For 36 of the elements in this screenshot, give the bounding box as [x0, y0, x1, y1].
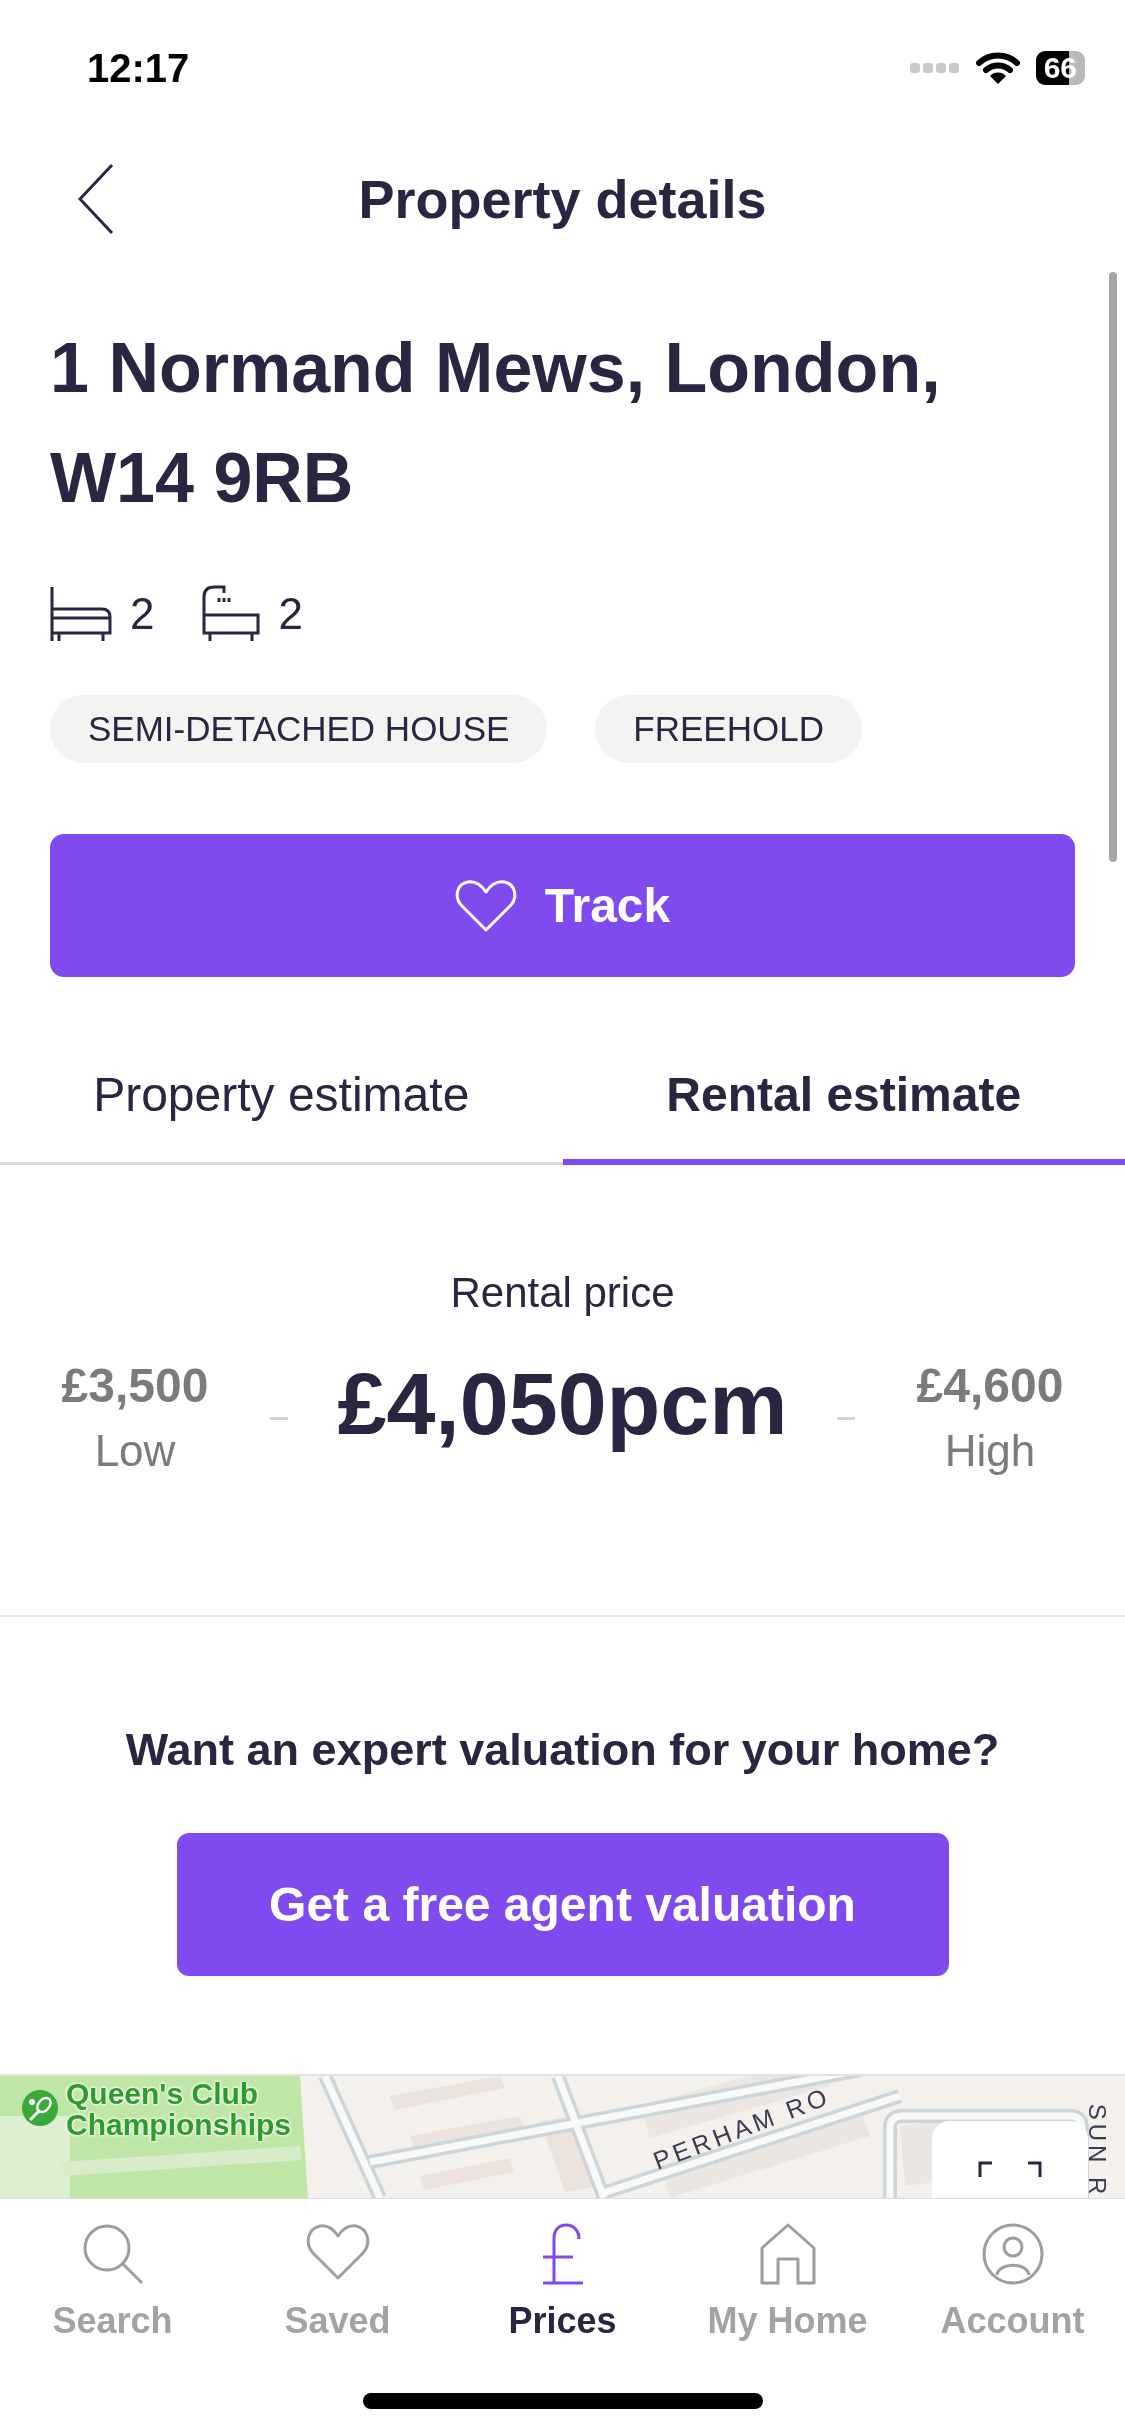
expand-icon	[978, 2161, 1042, 2177]
house-icon	[759, 2223, 816, 2285]
property-tag: SEMI-DETACHED HOUSE	[50, 695, 548, 763]
search-icon	[81, 2223, 144, 2285]
signal-icon	[909, 63, 960, 73]
track-button[interactable]: Track	[50, 834, 1075, 977]
heart-icon	[454, 878, 517, 933]
racket-icon	[22, 2090, 58, 2126]
bedroom-count: 2	[130, 589, 155, 639]
valuation-prompt: Want an expert valuation for your home?	[125, 1723, 1000, 1777]
agent-valuation-button[interactable]: Get a free agent valuation	[176, 1833, 949, 1976]
estimate-tab[interactable]: Rental estimate	[562, 1030, 1125, 1165]
property-tag: FREEHOLD	[595, 695, 862, 763]
range-label: High	[944, 1424, 1036, 1477]
map-street-label: SUN R	[1084, 2103, 1111, 2198]
page-title: Property details	[357, 168, 768, 231]
range-separator	[837, 1416, 856, 1420]
back-chevron-icon	[78, 163, 114, 235]
estimate-tab[interactable]: Property estimate	[0, 1030, 563, 1165]
map-place-label: Queen's Club Championships	[66, 2078, 292, 2140]
bed-icon	[50, 585, 112, 643]
range-value: £4,600	[916, 1357, 1064, 1414]
range-separator	[269, 1416, 288, 1420]
back-button[interactable]	[78, 163, 114, 235]
range-label: Low	[94, 1424, 176, 1477]
person-icon	[981, 2223, 1044, 2285]
nav-tab[interactable]: Prices	[450, 2223, 675, 2343]
wifi-icon	[975, 52, 1020, 84]
heart-icon	[305, 2223, 370, 2281]
range-value: £3,500	[61, 1357, 209, 1414]
estimate-title: Rental price	[449, 1268, 676, 1318]
status-time: 12:17	[87, 45, 190, 92]
estimate-price: £4,050pcm	[337, 1354, 788, 1454]
bathroom-count: 2	[278, 589, 303, 639]
pound-icon	[540, 2223, 585, 2285]
property-address: 1 Normand Mews, London, W14 9RB	[50, 328, 942, 519]
